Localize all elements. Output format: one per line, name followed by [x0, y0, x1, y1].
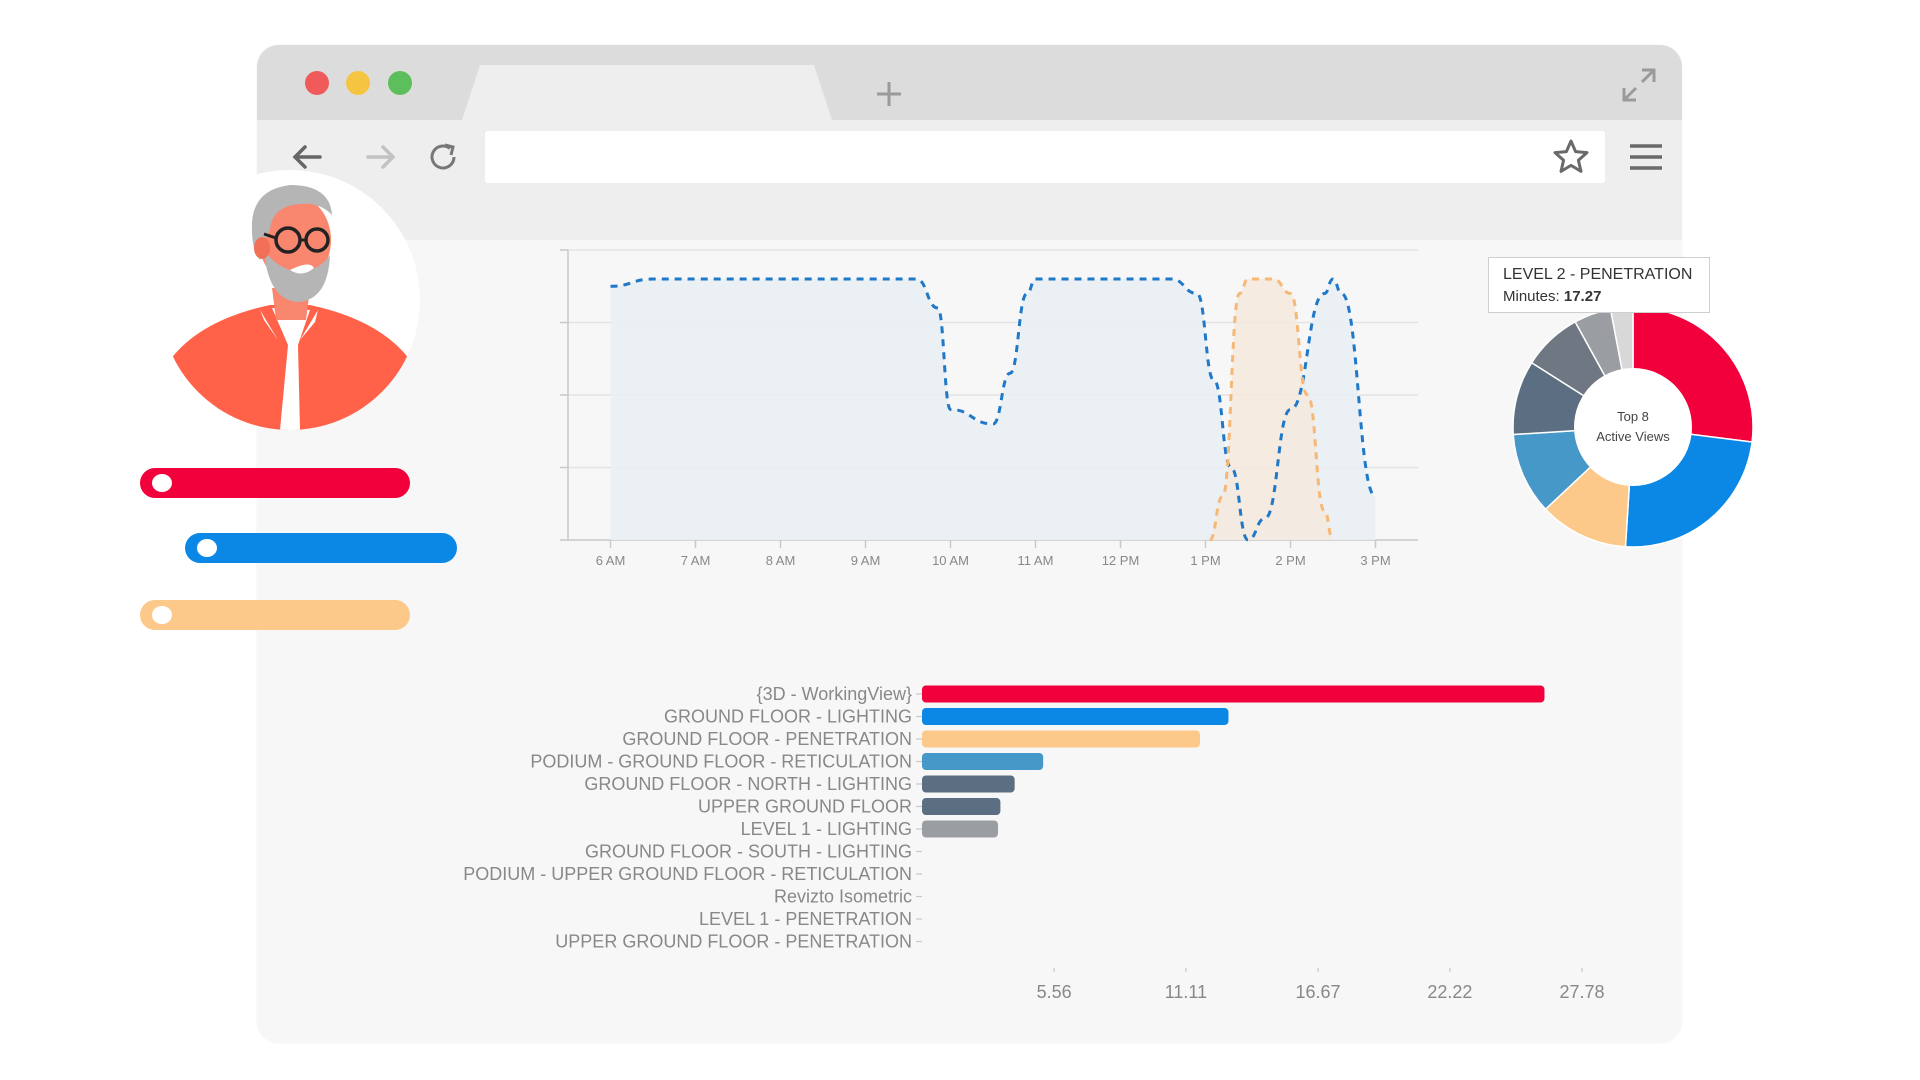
x-tick-label: 16.67 [1296, 982, 1341, 1002]
bar [922, 708, 1229, 725]
bar-category-label: UPPER GROUND FLOOR - PENETRATION [555, 932, 912, 952]
bar [922, 820, 999, 838]
x-tick-label: 1 PM [1190, 553, 1220, 568]
x-tick-label: 3 PM [1360, 553, 1390, 568]
address-bar[interactable] [485, 131, 1605, 183]
expand-icon[interactable] [1619, 65, 1659, 105]
tooltip-value: 17.27 [1563, 288, 1602, 305]
donut-hole [1574, 368, 1692, 486]
minimize-window-dot[interactable] [346, 71, 370, 95]
bar [922, 730, 1200, 748]
x-tick-label: 5.56 [1037, 982, 1072, 1002]
red-legend-pill [140, 468, 410, 498]
bar-category-label: GROUND FLOOR - LIGHTING [664, 707, 912, 727]
maximize-window-dot[interactable] [388, 71, 412, 95]
donut-chart: Top 8 Active Views [1512, 306, 1754, 548]
avatar [160, 170, 420, 430]
area-chart-x-axis: 6 AM 7 AM 8 AM 9 AM 10 AM 11 AM 12 PM 1 PM 2 PM 3… [596, 540, 1391, 568]
browser-tab[interactable] [462, 65, 832, 120]
tooltip-title: LEVEL 2 - PENETRATION [1503, 266, 1693, 283]
x-tick-label: 27.78 [1559, 982, 1604, 1002]
bar [922, 753, 1044, 770]
bar-chart: {3D - WorkingView} GROUND FLOOR - LIGHTIN… [463, 684, 1605, 1002]
chart-tooltip: LEVEL 2 - PENETRATION Minutes: 17.27 [1488, 257, 1710, 313]
x-tick-label: 11.11 [1165, 982, 1207, 1002]
reload-icon[interactable] [423, 137, 463, 177]
donut-center-label-line-1: Top 8 [1617, 409, 1649, 424]
x-tick-label: 7 AM [681, 553, 711, 568]
avatar-illustration [160, 185, 420, 430]
tooltip-row: Minutes: 17.27 [1503, 286, 1695, 308]
area-chart-fills [610, 279, 1376, 540]
x-tick-label: 22.22 [1427, 982, 1472, 1002]
peach-legend-pill [140, 600, 410, 630]
bar-category-label: LEVEL 1 - LIGHTING [741, 819, 912, 839]
donut-center-label-line-2: Active Views [1596, 429, 1670, 444]
x-tick-label: 9 AM [851, 553, 881, 568]
blue-legend-pill [185, 533, 457, 563]
x-tick-label: 8 AM [766, 553, 796, 568]
bar-category-label: PODIUM - GROUND FLOOR - RETICULATION [530, 752, 912, 772]
bar-category-label: GROUND FLOOR - NORTH - LIGHTING [584, 774, 912, 794]
bar-category-label: GROUND FLOOR - PENETRATION [622, 729, 912, 749]
bar [922, 775, 1015, 793]
bar-chart-y-ticks [916, 693, 922, 943]
bar-chart-category-labels: {3D - WorkingView} GROUND FLOOR - LIGHTIN… [463, 684, 912, 952]
bar [922, 798, 1001, 815]
bar-category-label: Revizto Isometric [774, 887, 912, 907]
x-tick-label: 6 AM [596, 553, 626, 568]
x-tick-label: 12 PM [1102, 553, 1140, 568]
bar-category-label: GROUND FLOOR - SOUTH - LIGHTING [585, 842, 912, 862]
bar-chart-bars [922, 685, 1545, 838]
tooltip-label: Minutes: [1503, 288, 1560, 305]
bar-category-label: LEVEL 1 - PENETRATION [699, 909, 912, 929]
bar-chart-x-axis: 5.56 11.11 16.67 22.22 27.78 [1037, 968, 1605, 1002]
bar-category-label: UPPER GROUND FLOOR [698, 797, 912, 817]
star-icon[interactable] [1550, 136, 1592, 178]
arrow-right-icon[interactable] [361, 137, 401, 177]
bar-category-label: PODIUM - UPPER GROUND FLOOR - RETICULATI… [463, 864, 912, 884]
plus-icon[interactable] [872, 77, 906, 111]
x-tick-label: 10 AM [932, 553, 969, 568]
close-window-dot[interactable] [305, 71, 329, 95]
bar-category-label: {3D - WorkingView} [757, 684, 912, 704]
bar [922, 685, 1545, 703]
x-tick-label: 11 AM [1018, 553, 1054, 568]
area-chart: 6 AM 7 AM 8 AM 9 AM 10 AM 11 AM 12 PM 1 PM 2 PM 3… [560, 249, 1418, 568]
x-tick-label: 2 PM [1275, 553, 1305, 568]
hamburger-icon[interactable] [1626, 139, 1666, 175]
